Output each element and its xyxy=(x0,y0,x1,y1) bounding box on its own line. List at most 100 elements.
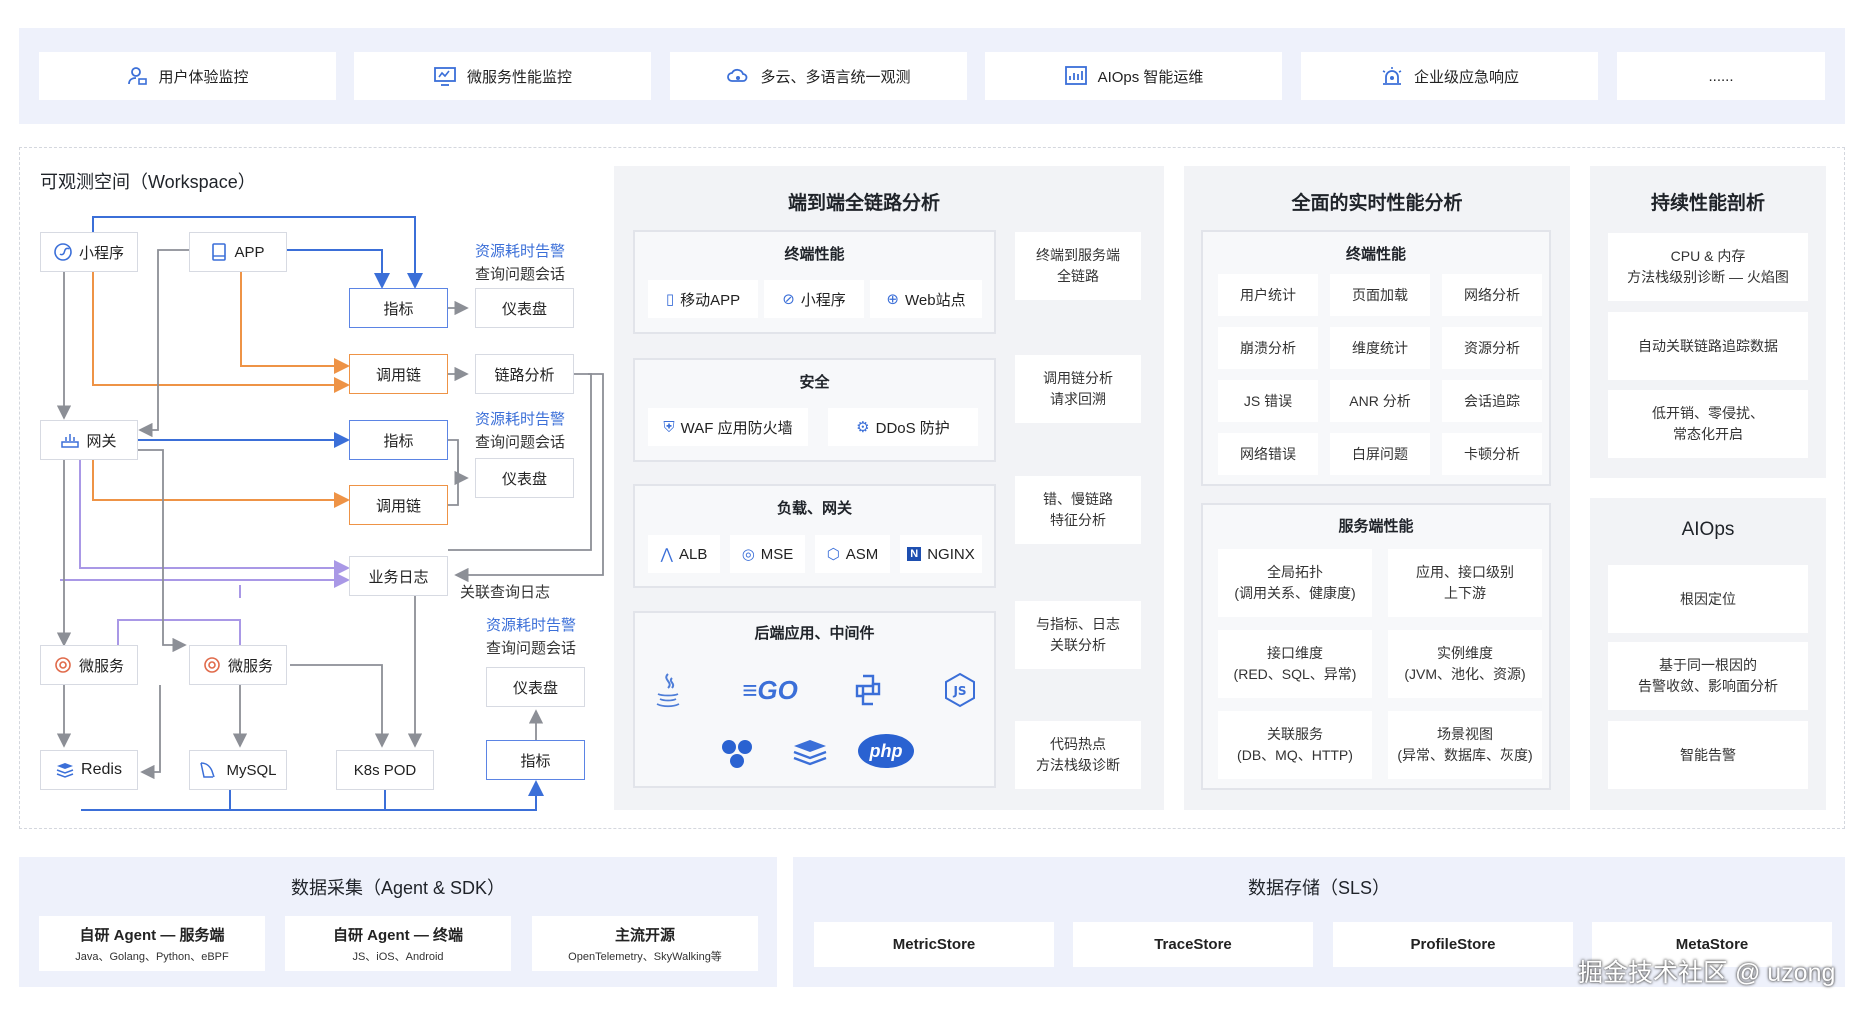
chip-asm[interactable]: ⬡ ASM xyxy=(815,535,890,573)
node-redis[interactable]: Redis xyxy=(40,750,138,790)
store-metric: MetricStore xyxy=(814,922,1054,967)
profiling-item-1: CPU & 内存 方法栈级别诊断 — 火焰图 xyxy=(1608,233,1808,301)
chart-icon xyxy=(1064,65,1088,87)
node-gateway[interactable]: 网关 xyxy=(40,420,138,460)
item-line2: 常态化开启 xyxy=(1673,426,1743,442)
chip-label: Web站点 xyxy=(905,291,966,309)
item-title: 主流开源 xyxy=(614,926,675,944)
collect-item-2: 自研 Agent — 终端 JS、iOS、Android xyxy=(285,916,511,971)
chip-label: ALB xyxy=(678,545,708,563)
alert-title: 资源耗时告警 xyxy=(486,617,577,634)
php-icon: php xyxy=(858,734,914,768)
chip-nginx[interactable]: N NGINX xyxy=(900,535,982,573)
feature-line2: 特征分析 xyxy=(1050,512,1106,528)
e2e-security-title: 安全 xyxy=(799,374,830,391)
item-line1: 全局拓扑 xyxy=(1266,564,1323,580)
alert-title: 资源耗时告警 xyxy=(475,411,566,428)
item-sub: OpenTelemetry、SkyWalking等 xyxy=(568,950,722,963)
chip-website[interactable]: ⊕ Web站点 xyxy=(870,280,982,318)
aiops-item-1: 根因定位 xyxy=(1608,565,1808,633)
item-line2: (DB、MQ、HTTP) xyxy=(1237,747,1353,763)
go-icon: ≡GO xyxy=(742,674,798,705)
node-label: 微服务 xyxy=(227,657,273,675)
alert-label-1: 资源耗时告警 查询问题会话 xyxy=(475,240,565,287)
item-line2: (RED、SQL、异常) xyxy=(1233,666,1357,682)
store-label: MetaStore xyxy=(1675,936,1749,953)
node-miniprogram[interactable]: 小程序 xyxy=(40,232,138,272)
related-log-label: 关联查询日志 xyxy=(460,584,551,601)
shield-icon: ⛨ xyxy=(663,418,675,436)
svg-text:JS: JS xyxy=(952,684,966,698)
node-label: 仪表盘 xyxy=(512,679,558,697)
node-dashboard-2[interactable]: 仪表盘 xyxy=(475,458,574,498)
item-line1: 实例维度 xyxy=(1436,645,1493,661)
top-item-label: 企业级应急响应 xyxy=(1413,68,1519,86)
feature-line1: 代码热点 xyxy=(1050,736,1106,752)
node-metric-1[interactable]: 指标 xyxy=(349,288,448,328)
cluster-icon xyxy=(717,734,757,774)
node-label: 指标 xyxy=(383,432,414,450)
realtime-terminal-item: 白屏问题 xyxy=(1330,433,1430,475)
node-metric-3[interactable]: 指标 xyxy=(486,740,585,780)
feature-line2: 全链路 xyxy=(1057,268,1099,284)
node-trace-2[interactable]: 调用链 xyxy=(349,485,448,525)
aiops-item-3: 智能告警 xyxy=(1608,721,1808,789)
item-line1: 应用、接口级别 xyxy=(1416,564,1514,580)
node-metric-2[interactable]: 指标 xyxy=(349,420,448,460)
realtime-terminal-item: 会话追踪 xyxy=(1442,380,1542,422)
node-microservice-2[interactable]: 微服务 xyxy=(189,645,287,685)
store-trace: TraceStore xyxy=(1073,922,1313,967)
chip-ddos[interactable]: ⚙ DDoS 防护 xyxy=(828,408,978,446)
realtime-terminal-item: ANR 分析 xyxy=(1330,380,1430,422)
chip-mse[interactable]: ◎ MSE xyxy=(730,535,805,573)
node-trace-1[interactable]: 调用链 xyxy=(349,354,448,394)
node-k8s-pod[interactable]: K8s POD xyxy=(336,750,434,790)
node-dashboard-3[interactable]: 仪表盘 xyxy=(486,667,585,707)
top-item-aiops[interactable]: AIOps 智能运维 xyxy=(985,52,1282,100)
item-line1: 低开销、零侵扰、 xyxy=(1652,405,1764,421)
item-line1: 根因定位 xyxy=(1680,590,1736,607)
node-biz-log[interactable]: 业务日志 xyxy=(349,556,448,596)
top-item-emergency[interactable]: 企业级应急响应 xyxy=(1301,52,1598,100)
top-item-more[interactable]: ...... xyxy=(1617,52,1825,100)
node-microservice-1[interactable]: 微服务 xyxy=(40,645,138,685)
e2e-backend-title: 后端应用、中间件 xyxy=(754,625,875,642)
chip-label: WAF 应用防火墙 xyxy=(680,419,793,437)
item-line2: 告警收敛、影响面分析 xyxy=(1638,678,1778,694)
chip-alb[interactable]: ⋀ ALB xyxy=(648,535,720,573)
chip-label: NGINX xyxy=(927,545,975,563)
nodejs-icon: JS xyxy=(940,670,980,710)
node-dashboard-1[interactable]: 仪表盘 xyxy=(475,288,574,328)
item-line1: 场景视图 xyxy=(1436,726,1493,742)
miniprogram-icon: ⊘ xyxy=(782,291,795,308)
node-label: K8s POD xyxy=(353,761,417,779)
top-item-label: AIOps 智能运维 xyxy=(1097,68,1204,86)
gateway-icon xyxy=(61,431,80,449)
node-label: APP xyxy=(234,243,265,261)
chip-miniprogram[interactable]: ⊘ 小程序 xyxy=(764,280,864,318)
node-label: 链路分析 xyxy=(494,366,555,384)
top-item-multicloud[interactable]: 多云、多语言统一观测 xyxy=(670,52,967,100)
node-app[interactable]: APP xyxy=(189,232,287,272)
node-label: 仪表盘 xyxy=(501,470,547,488)
mysql-icon xyxy=(199,761,219,779)
realtime-server-item: 接口维度 (RED、SQL、异常) xyxy=(1218,630,1372,698)
realtime-terminal-item: 网络错误 xyxy=(1218,433,1318,475)
item-line2: (JVM、池化、资源) xyxy=(1404,666,1526,682)
chip-waf[interactable]: ⛨ WAF 应用防火墙 xyxy=(648,408,808,446)
item-line2: (调用关系、健康度) xyxy=(1234,585,1356,601)
e2e-lb-title: 负载、网关 xyxy=(776,500,852,517)
profiling-item-3: 低开销、零侵扰、 常态化开启 xyxy=(1608,390,1808,458)
item-line1: 接口维度 xyxy=(1267,645,1323,661)
node-label: 小程序 xyxy=(78,244,124,262)
phone-icon: ▯ xyxy=(665,291,675,308)
chip-mobile-app[interactable]: ▯ 移动APP xyxy=(648,280,758,318)
java-icon xyxy=(648,668,688,712)
node-mysql[interactable]: MySQL xyxy=(189,750,287,790)
node-label: 仪表盘 xyxy=(501,300,547,318)
node-trace-analysis[interactable]: 链路分析 xyxy=(475,354,574,394)
alarm-icon xyxy=(1380,65,1404,87)
chip-label: DDoS 防护 xyxy=(875,419,950,437)
miniprogram-icon xyxy=(54,243,72,261)
feature-line2: 关联分析 xyxy=(1050,637,1106,653)
